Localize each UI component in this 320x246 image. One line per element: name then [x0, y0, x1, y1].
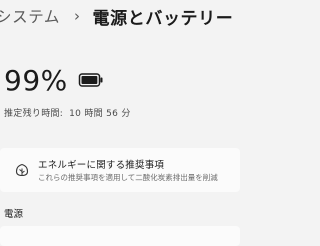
battery-percent: 99%: [4, 63, 68, 97]
breadcrumb-system-link[interactable]: システム: [0, 5, 60, 27]
estimated-remaining-time: 推定残り時間: 10 時間 56 分: [4, 106, 131, 119]
energy-recommendations-description: これらの推奨事項を適用して二酸化炭素排出量を削減: [38, 173, 218, 182]
remaining-time-label: 推定残り時間:: [4, 109, 64, 119]
battery-status: 99%: [4, 62, 104, 98]
remaining-time-value: 10 時間 56 分: [69, 109, 131, 119]
battery-icon: [78, 72, 104, 88]
page-title: 電源とバッテリー: [92, 8, 234, 29]
leaf-icon: [14, 162, 30, 178]
breadcrumb-separator: ›: [73, 7, 81, 25]
energy-recommendations-title: エネルギーに関する推奨事項: [38, 160, 165, 171]
settings-window: システム › 電源とバッテリー 99% 推定残り時間: 10 時間 56 分 エネ…: [0, 0, 240, 246]
power-section-label: 電源: [4, 209, 24, 220]
energy-recommendations-card[interactable]: エネルギーに関する推奨事項 これらの推奨事項を適用して二酸化炭素排出量を削減: [0, 148, 240, 192]
power-settings-card[interactable]: [0, 226, 240, 246]
breadcrumb: システム › 電源とバッテリー: [0, 4, 234, 29]
